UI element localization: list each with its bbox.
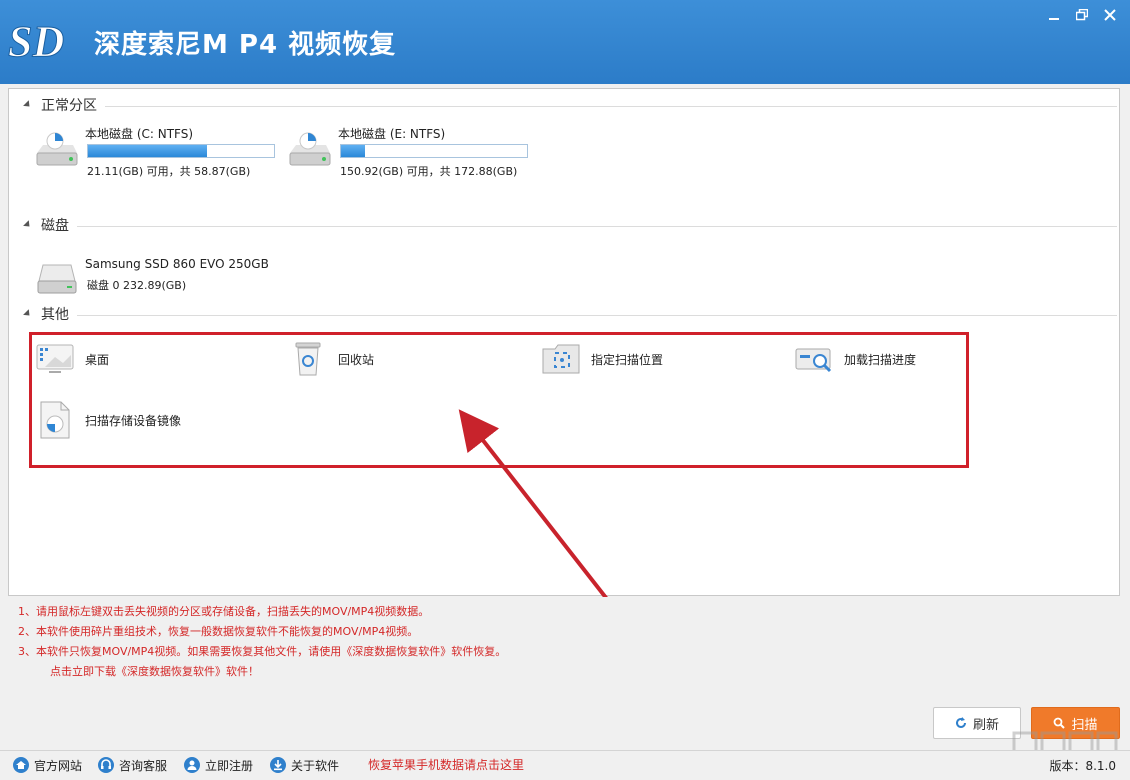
note-2: 2、本软件使用碎片重组技术，恢复一般数据恢复软件不能恢复的MOV/MP4视频。: [18, 625, 419, 638]
partition-c[interactable]: 本地磁盘 (C: NTFS) 21.11(GB) 可用，共 58.87(GB): [33, 125, 283, 185]
minimize-icon: [1049, 18, 1059, 20]
version-label: 版本：8.1.0: [1049, 759, 1116, 773]
title-bar: SD 深度索尼M P4 视频恢复: [0, 0, 1130, 84]
section-others[interactable]: 其他: [23, 304, 1117, 324]
minimize-button[interactable]: [1040, 4, 1068, 26]
status-bar: 官方网站 咨询客服 立即注册 关于软件 恢复苹果手机数据请点击这里 版本：8.1…: [0, 750, 1130, 780]
hard-drive-icon: [289, 132, 331, 166]
usage-bar: [340, 144, 528, 158]
divider: [77, 225, 1117, 227]
disk-info: 磁盘 0 232.89(GB): [87, 279, 187, 292]
disk-name: Samsung SSD 860 EVO 250GB: [85, 257, 269, 271]
statusbar-label: 关于软件: [291, 758, 340, 773]
section-title: 其他: [41, 307, 69, 323]
divider: [105, 105, 1117, 107]
notes: 1、请用鼠标左键双击丢失视频的分区或存储设备，扫描丢失的MOV/MP4视频数据。…: [18, 602, 918, 682]
partition-info: 21.11(GB) 可用，共 58.87(GB): [87, 165, 251, 178]
support-icon: [98, 757, 114, 773]
statusbar-label: 咨询客服: [119, 758, 168, 773]
collapse-triangle-icon: [23, 219, 33, 229]
refresh-button[interactable]: 刷新: [933, 707, 1021, 739]
iphone-recovery-link[interactable]: 恢复苹果手机数据请点击这里: [368, 756, 524, 773]
close-icon: [1104, 9, 1116, 21]
collapse-triangle-icon: [23, 308, 33, 318]
close-button[interactable]: [1096, 4, 1124, 26]
main-panel: 正常分区 本地磁盘 (C: NTFS) 21.11(GB) 可用，共 58.87…: [8, 88, 1120, 597]
app-logo: SD: [8, 17, 65, 67]
usage-bar: [87, 144, 275, 158]
section-title: 磁盘: [41, 218, 69, 234]
refresh-icon: [956, 717, 966, 728]
usage-bar-fill: [341, 145, 366, 157]
download-link[interactable]: 点击立即下载《深度数据恢复软件》软件！: [18, 662, 918, 682]
about-link[interactable]: 关于软件: [269, 756, 339, 774]
usage-bar-fill: [88, 145, 208, 157]
section-disks[interactable]: 磁盘: [23, 215, 1117, 235]
partition-e[interactable]: 本地磁盘 (E: NTFS) 150.92(GB) 可用，共 172.88(GB…: [286, 125, 536, 185]
highlight-box: [29, 332, 969, 468]
collapse-triangle-icon: [23, 99, 33, 109]
section-partitions[interactable]: 正常分区: [23, 95, 1117, 115]
partition-info: 150.92(GB) 可用，共 172.88(GB): [340, 165, 518, 178]
partition-name: 本地磁盘 (C: NTFS): [85, 127, 194, 141]
disk-icon: [37, 264, 77, 294]
svg-text:SD: SD: [8, 17, 64, 66]
note-3: 3、本软件只恢复MOV/MP4视频。如果需要恢复其他文件，请使用《深度数据恢复软…: [18, 645, 507, 658]
restore-button[interactable]: [1068, 4, 1096, 26]
divider: [77, 314, 1117, 316]
section-title: 正常分区: [41, 98, 97, 114]
restore-icon: [1076, 9, 1088, 21]
official-site-link[interactable]: 官方网站: [12, 756, 82, 774]
partition-name: 本地磁盘 (E: NTFS): [338, 127, 446, 141]
register-link[interactable]: 立即注册: [183, 756, 253, 774]
register-icon: [184, 757, 200, 773]
refresh-label: 刷新: [972, 717, 999, 733]
statusbar-label: 官方网站: [34, 758, 83, 773]
about-icon: [270, 757, 286, 773]
note-1: 1、请用鼠标左键双击丢失视频的分区或存储设备，扫描丢失的MOV/MP4视频数据。: [18, 605, 430, 618]
hard-drive-icon: [36, 132, 78, 166]
app-title: 深度索尼M P4 视频恢复: [94, 30, 397, 60]
home-icon: [13, 757, 29, 773]
statusbar-label: 立即注册: [205, 758, 254, 773]
support-link[interactable]: 咨询客服: [97, 756, 167, 774]
